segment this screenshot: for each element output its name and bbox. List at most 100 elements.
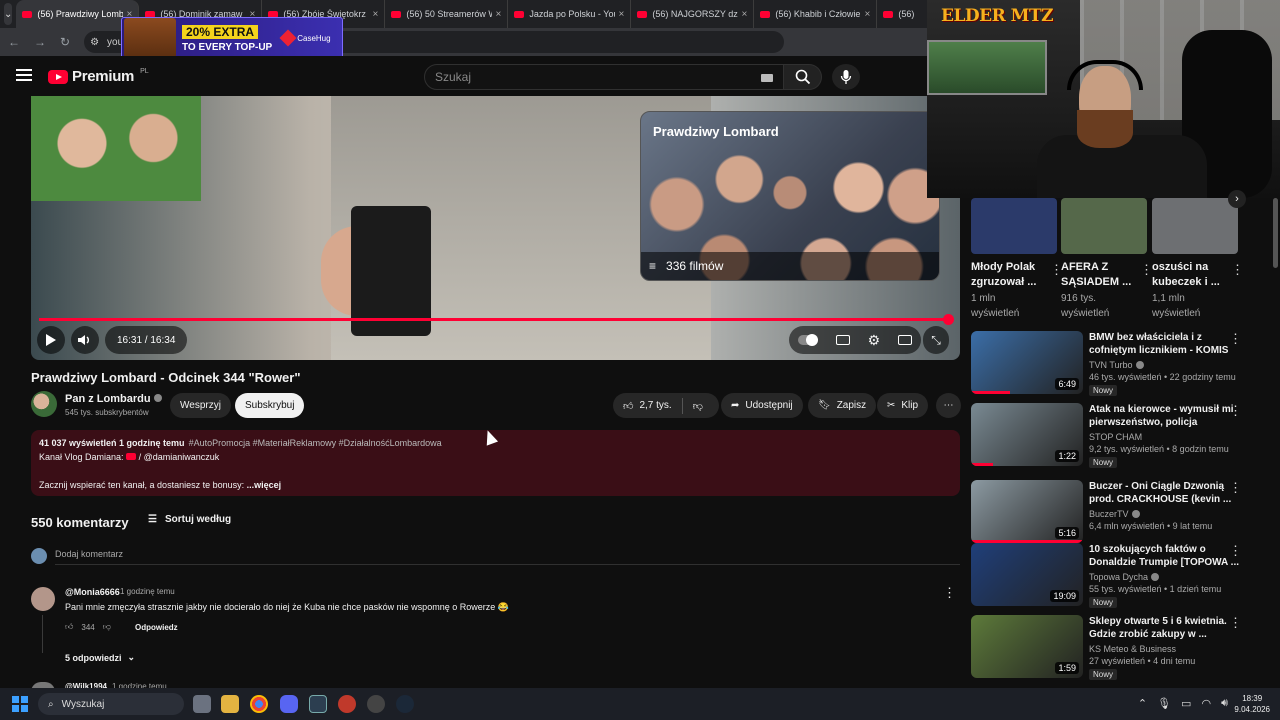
recommendation-item[interactable]: 19:09 10 szokujących faktów o Donaldzie T… [971, 543, 1271, 609]
progress-bar[interactable] [39, 314, 955, 325]
short-title[interactable]: AFERA Z SĄSIADEM ... [1061, 260, 1147, 290]
site-info-icon[interactable]: ⚙ [90, 37, 99, 48]
autoplay-toggle-icon[interactable] [797, 334, 818, 346]
playlist-card[interactable]: Prawdziwy Lombard ≡ 336 filmów [640, 111, 940, 281]
recommendation-title[interactable]: BMW bez właściciela i z cofniętym liczni… [1089, 331, 1239, 357]
comment-author[interactable]: @Monia6666 [65, 587, 120, 597]
recommendation-title[interactable]: Sklepy otwarte 5 i 6 kwietnia. Gdzie zro… [1089, 615, 1239, 641]
keyboard-icon[interactable] [761, 74, 773, 82]
recommendation-channel[interactable]: BuczerTV [1089, 509, 1140, 519]
volume-button[interactable] [71, 326, 99, 354]
close-tab-icon[interactable]: × [865, 9, 871, 20]
recommendation-item[interactable]: 5:16 Buczer - Oni Ciągle Dzwonią prod. CR… [971, 480, 1271, 546]
close-tab-icon[interactable]: × [619, 9, 625, 20]
share-button[interactable]: ➦ Udostępnij [721, 393, 803, 418]
short-item[interactable]: Młody Polak zgruzował ... 1 mln wyświetleń… [971, 198, 1063, 320]
close-tab-icon[interactable]: × [742, 9, 748, 20]
comment-dislike-button[interactable]: 👎︎ [103, 622, 111, 632]
short-thumbnail[interactable] [1152, 198, 1238, 254]
tray-chevron-up-icon[interactable]: ⌃ [1138, 697, 1147, 710]
channel-avatar[interactable] [31, 391, 57, 417]
taskbar-search[interactable]: ⌕ Wyszukaj [38, 693, 184, 715]
show-replies-button[interactable]: 5 odpowiedzi ⌄ [65, 652, 135, 663]
recommendation-thumbnail[interactable]: 6:49 [971, 331, 1083, 394]
scrollbar[interactable] [1273, 198, 1278, 268]
chrome-icon[interactable] [250, 695, 268, 713]
play-button[interactable] [37, 326, 65, 354]
recommendation-item[interactable]: 1:59 Sklepy otwarte 5 i 6 kwietnia. Gdzie… [971, 615, 1271, 681]
recommendation-menu-icon[interactable]: ⋮ [1229, 331, 1242, 347]
settings-gear-icon[interactable]: ⚙ [868, 332, 881, 349]
short-item[interactable]: oszuści na kubeczek i ... 1,1 mln wyświetl… [1152, 198, 1244, 320]
browser-tab[interactable]: Jazda po Polsku - You × [508, 0, 632, 28]
recommendation-title[interactable]: 10 szokujących faktów o Donaldzie Trumpi… [1089, 543, 1239, 569]
recommendation-item[interactable]: 1:22 Atak na kierowce - wymusił mi pierws… [971, 403, 1271, 469]
comment-avatar[interactable] [31, 587, 55, 611]
subtitles-icon[interactable] [835, 335, 850, 345]
voice-search-button[interactable] [832, 64, 860, 90]
hashtags[interactable]: #AutoPromocja #MateriałReklamowy #Działa… [189, 438, 442, 448]
tray-volume-icon[interactable]: 🔊︎ [1221, 697, 1228, 710]
reload-icon[interactable]: ↻ [60, 35, 70, 49]
task-view-icon[interactable] [193, 695, 211, 713]
obs-icon[interactable] [367, 695, 385, 713]
browser-tab[interactable]: (56) Khabib i Człowie × [754, 0, 878, 28]
recommendation-menu-icon[interactable]: ⋮ [1229, 615, 1242, 631]
tray-mic-icon[interactable]: 🎙︎ [1157, 697, 1171, 710]
search-input[interactable]: Szukaj [424, 64, 784, 90]
back-icon[interactable]: ← [8, 35, 20, 49]
recommendation-channel[interactable]: STOP CHAM [1089, 432, 1142, 442]
discord-icon[interactable] [280, 695, 298, 713]
short-title[interactable]: oszuści na kubeczek i ... [1152, 260, 1238, 290]
support-button[interactable]: Wesprzyj [170, 393, 231, 418]
recommendation-thumbnail[interactable]: 1:22 [971, 403, 1083, 466]
taskbar-clock[interactable]: 18:39 9.04.2026 [1234, 693, 1270, 715]
clip-button[interactable]: ✂ Klip [877, 393, 929, 418]
more-actions-button[interactable]: ⋯ [936, 393, 961, 418]
browser-tab[interactable]: (56) NAJGORSZY dzi × [631, 0, 755, 28]
recommendation-item[interactable]: 6:49 BMW bez właściciela i z cofniętym li… [971, 331, 1271, 397]
forward-icon[interactable]: → [34, 35, 46, 49]
tab-search-menu-button[interactable]: ⌄ [4, 3, 13, 25]
show-more-link[interactable]: ...więcej [247, 480, 282, 490]
app-red-icon[interactable] [338, 695, 356, 713]
short-thumbnail[interactable] [971, 198, 1057, 254]
comment-time[interactable]: 1 godzinę temu [120, 587, 175, 596]
recommendation-title[interactable]: Buczer - Oni Ciągle Dzwonią prod. CRACKH… [1089, 480, 1239, 506]
xbox-app-icon[interactable] [309, 695, 327, 713]
recommendation-thumbnail[interactable]: 5:16 [971, 480, 1083, 543]
browser-tab[interactable]: (56) 50 Streamerów W × [385, 0, 509, 28]
short-thumbnail[interactable] [1061, 198, 1147, 254]
add-comment-input[interactable]: Dodaj komentarz [55, 549, 123, 559]
save-button[interactable]: 🔖︎ Zapisz [808, 393, 877, 418]
menu-icon[interactable] [16, 69, 32, 81]
tray-network-icon[interactable]: ▭ [1181, 697, 1191, 710]
fullscreen-exit-button[interactable]: ⤡ [923, 326, 949, 354]
dislike-button[interactable]: 👎︎ [693, 400, 703, 412]
search-button[interactable] [784, 64, 822, 90]
tray-wifi-icon[interactable]: ◠ [1201, 697, 1211, 710]
recommendation-thumbnail[interactable]: 1:59 [971, 615, 1083, 678]
subscribe-button[interactable]: Subskrybuj [235, 393, 305, 418]
recommendation-menu-icon[interactable]: ⋮ [1229, 543, 1242, 559]
recommendation-channel[interactable]: TVN Turbo [1089, 360, 1144, 370]
miniplayer-icon[interactable] [898, 335, 913, 345]
recommendation-channel[interactable]: KS Meteo & Business [1089, 644, 1176, 654]
like-button[interactable]: 👍︎ 2,7 tys. [623, 400, 672, 412]
ad-banner[interactable]: 20% EXTRA TO EVERY TOP-UP CaseHug [121, 17, 343, 59]
channel-name[interactable]: Pan z Lombardu [65, 393, 162, 405]
recommendation-thumbnail[interactable]: 19:09 [971, 543, 1083, 606]
comment-menu-icon[interactable]: ⋮ [943, 585, 956, 601]
windows-start-icon[interactable] [12, 696, 28, 712]
short-item[interactable]: AFERA Z SĄSIADEM ... 916 tys. wyświetleń ⋮ [1061, 198, 1153, 320]
sort-comments-button[interactable]: ☰ Sortuj według [148, 514, 231, 525]
recommendation-channel[interactable]: Topowa Dycha [1089, 572, 1160, 582]
recommendation-menu-icon[interactable]: ⋮ [1229, 403, 1242, 419]
comment-like-button[interactable]: 👍︎ [65, 622, 73, 632]
steam-icon[interactable] [396, 695, 414, 713]
recommendation-title[interactable]: Atak na kierowce - wymusił mi pierwszeńs… [1089, 403, 1239, 429]
recommendation-menu-icon[interactable]: ⋮ [1229, 480, 1242, 496]
shorts-next-arrow-icon[interactable]: › [1228, 190, 1246, 208]
vlog-channel-link[interactable]: / @damianiwanczuk [139, 452, 220, 462]
reply-button[interactable]: Odpowiedz [135, 623, 178, 632]
